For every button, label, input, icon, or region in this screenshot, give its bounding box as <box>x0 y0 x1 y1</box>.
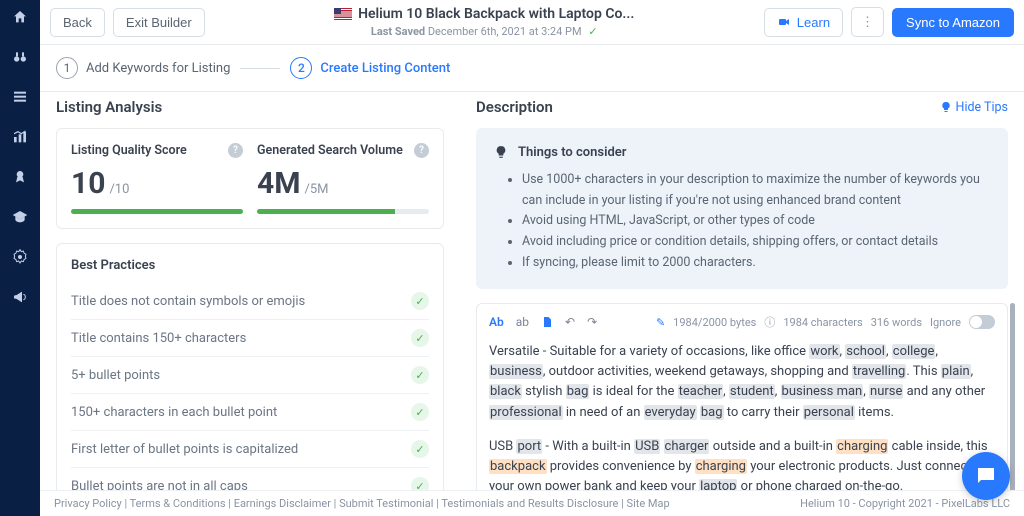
us-flag-icon <box>334 8 352 20</box>
ab-toggle-caps[interactable]: Ab <box>489 315 504 329</box>
megaphone-icon[interactable] <box>11 288 29 306</box>
description-heading: Description <box>476 98 553 116</box>
metric-volume-value: 4M <box>257 166 300 201</box>
best-practices-title: Best Practices <box>71 258 429 273</box>
step-divider <box>240 68 280 69</box>
doc-icon[interactable] <box>541 315 553 329</box>
main-area: Back Exit Builder Helium 10 Black Backpa… <box>40 0 1024 516</box>
metric-volume-bar <box>257 209 395 214</box>
learn-button[interactable]: Learn <box>764 8 843 37</box>
scrollbar[interactable] <box>1010 303 1015 516</box>
chat-icon <box>974 464 998 488</box>
undo-icon[interactable]: ↶ <box>565 315 575 329</box>
back-button[interactable]: Back <box>50 8 105 37</box>
metric-quality: Listing Quality Score ? 10/10 <box>71 143 243 214</box>
list-icon[interactable] <box>11 88 29 106</box>
edit-icon[interactable]: ✎ <box>656 316 665 329</box>
step-1-label: Add Keywords for Listing <box>86 61 230 76</box>
metric-quality-value: 10 <box>71 166 105 201</box>
info-icon[interactable]: ⓘ <box>764 314 775 330</box>
sync-button[interactable]: Sync to Amazon <box>892 8 1014 37</box>
help-icon[interactable]: ? <box>228 143 243 158</box>
bulb-icon <box>494 144 508 160</box>
video-icon <box>777 16 791 28</box>
byte-count: 1984/2000 bytes <box>673 316 756 329</box>
metrics-card: Listing Quality Score ? 10/10 Generated … <box>56 128 444 229</box>
metric-quality-bar <box>71 209 243 214</box>
hide-tips-link[interactable]: Hide Tips <box>940 100 1008 115</box>
step-2-label: Create Listing Content <box>320 61 450 76</box>
tips-box: Things to consider Use 1000+ characters … <box>476 128 1008 289</box>
footer-links[interactable]: Privacy Policy | Terms & Conditions | Ea… <box>54 497 670 510</box>
bp-row: First letter of bullet points is capital… <box>71 431 429 468</box>
ignore-toggle[interactable] <box>969 315 995 329</box>
check-icon: ✓ <box>411 366 429 384</box>
ignore-label: Ignore <box>930 316 961 329</box>
tip-item: Avoid using HTML, JavaScript, or other t… <box>522 211 990 232</box>
home-icon[interactable] <box>11 8 29 26</box>
binoculars-icon[interactable] <box>11 48 29 66</box>
char-count: 1984 characters <box>783 316 862 329</box>
stepper: 1 Add Keywords for Listing 2 Create List… <box>40 45 1024 92</box>
check-icon: ✓ <box>411 329 429 347</box>
product-title: Helium 10 Black Backpack with Laptop Co.… <box>213 6 756 22</box>
top-bar: Back Exit Builder Helium 10 Black Backpa… <box>40 0 1024 45</box>
badge-icon[interactable] <box>11 168 29 186</box>
analytics-icon[interactable] <box>11 128 29 146</box>
exit-builder-button[interactable]: Exit Builder <box>113 8 205 37</box>
metric-volume-label: Generated Search Volume <box>257 143 403 158</box>
step-2[interactable]: 2 Create Listing Content <box>290 57 450 79</box>
editor-toolbar: Ab ab ↶ ↷ ✎ 1984/2000 bytes ⓘ 1984 chara… <box>489 314 995 338</box>
ab-toggle-lower[interactable]: ab <box>516 315 529 329</box>
tips-title-text: Things to consider <box>518 145 626 160</box>
bp-row: 150+ characters in each bullet point✓ <box>71 394 429 431</box>
best-practices-card: Best Practices Title does not contain sy… <box>56 243 444 516</box>
bp-row: 5+ bullet points✓ <box>71 357 429 394</box>
tip-item: Use 1000+ characters in your description… <box>522 170 990 211</box>
redo-icon[interactable]: ↷ <box>587 315 597 329</box>
app-sidebar <box>0 0 40 516</box>
tip-item: If syncing, please limit to 2000 charact… <box>522 253 990 274</box>
tip-item: Avoid including price or condition detai… <box>522 232 990 253</box>
left-pane: Listing Analysis Listing Quality Score ?… <box>40 92 460 516</box>
last-saved: Last Saved December 6th, 2021 at 3:24 PM… <box>213 25 756 38</box>
check-icon: ✓ <box>411 403 429 421</box>
content: Listing Analysis Listing Quality Score ?… <box>40 92 1024 516</box>
header-center: Helium 10 Black Backpack with Laptop Co.… <box>213 6 756 38</box>
step-1[interactable]: 1 Add Keywords for Listing <box>56 57 230 79</box>
bulb-icon <box>940 100 952 114</box>
metric-volume: Generated Search Volume ? 4M/5M <box>257 143 429 214</box>
word-count: 316 words <box>871 316 922 329</box>
chat-button[interactable] <box>962 452 1010 500</box>
listing-analysis-heading: Listing Analysis <box>56 98 444 116</box>
more-button[interactable]: ⋮ <box>851 7 884 37</box>
saved-check-icon: ✓ <box>588 25 597 38</box>
check-icon: ✓ <box>411 440 429 458</box>
gear-icon[interactable] <box>11 248 29 266</box>
footer: Privacy Policy | Terms & Conditions | Ea… <box>40 490 1024 516</box>
help-icon[interactable]: ? <box>414 143 429 158</box>
graduation-icon[interactable] <box>11 208 29 226</box>
description-editor: Ab ab ↶ ↷ ✎ 1984/2000 bytes ⓘ 1984 chara… <box>476 303 1008 516</box>
product-title-text: Helium 10 Black Backpack with Laptop Co.… <box>358 6 634 22</box>
bp-row: Title does not contain symbols or emojis… <box>71 283 429 320</box>
right-pane: Description Hide Tips Things to consider… <box>460 92 1024 516</box>
bp-row: Title contains 150+ characters✓ <box>71 320 429 357</box>
metric-quality-label: Listing Quality Score <box>71 143 187 158</box>
check-icon: ✓ <box>411 292 429 310</box>
